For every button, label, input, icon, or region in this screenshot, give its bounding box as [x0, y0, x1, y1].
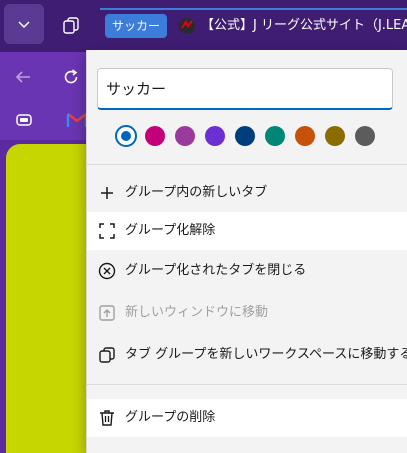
- color-swatch-teal[interactable]: [265, 126, 285, 146]
- arrow-left-icon: [15, 71, 30, 83]
- tab-group-context-menu: グループ内の新しいタブ グループ化解除 グループ化されたタブを閉じる 新しいウィ…: [86, 50, 407, 453]
- menu-divider: [87, 164, 407, 165]
- workspaces-icon: [97, 345, 117, 365]
- chevron-down-icon: [18, 21, 30, 29]
- collections-icon: [16, 114, 32, 126]
- menu-divider: [87, 384, 407, 385]
- menu-item-label: 新しいウィンドウに移動: [125, 305, 269, 320]
- collections-button[interactable]: [12, 108, 36, 132]
- gmail-icon[interactable]: [66, 110, 88, 130]
- color-swatch-olive[interactable]: [325, 126, 345, 146]
- color-swatch-pink[interactable]: [145, 126, 165, 146]
- menu-item-label: グループ化解除: [125, 223, 216, 238]
- refresh-button[interactable]: [58, 64, 84, 90]
- color-swatch-orange[interactable]: [295, 126, 315, 146]
- color-swatch-violet[interactable]: [205, 126, 225, 146]
- color-swatch-purple[interactable]: [175, 126, 195, 146]
- menu-item-move-to-new-window: 新しいウィンドウに移動: [87, 294, 407, 332]
- menu-item-label: タブ グループを新しいワークスペースに移動する: [125, 347, 407, 362]
- menu-item-label: グループ内の新しいタブ: [125, 185, 268, 200]
- menu-item-delete-group[interactable]: グループの削除: [87, 399, 407, 437]
- menu-item-label: グループの削除: [125, 410, 216, 425]
- refresh-icon: [64, 69, 78, 84]
- menu-item-label: グループ化されたタブを閉じる: [125, 263, 307, 278]
- back-button[interactable]: [10, 64, 36, 90]
- ungroup-icon: [97, 221, 117, 241]
- title-bar: サッカー 【公式】J リーグ公式サイト（J.LEA: [0, 0, 407, 52]
- tab-title[interactable]: 【公式】J リーグ公式サイト（J.LEA: [201, 16, 407, 36]
- trash-icon: [97, 408, 117, 428]
- workspaces-button[interactable]: [54, 8, 88, 42]
- jleague-favicon-icon: [179, 18, 195, 34]
- menu-item-move-to-workspace[interactable]: タブ グループを新しいワークスペースに移動する: [87, 336, 407, 374]
- color-swatch-blue[interactable]: [115, 125, 137, 147]
- group-name-input[interactable]: [97, 68, 393, 110]
- workspaces-icon: [63, 17, 79, 34]
- plus-icon: [97, 183, 117, 203]
- menu-item-close-group-tabs[interactable]: グループ化されたタブを閉じる: [87, 252, 407, 290]
- tab-group-indicator: [100, 8, 407, 10]
- close-circle-icon: [97, 261, 117, 281]
- tab-actions-button[interactable]: [4, 4, 44, 44]
- menu-item-new-tab-in-group[interactable]: グループ内の新しいタブ: [87, 174, 407, 212]
- tab-group-chip[interactable]: サッカー: [105, 14, 168, 38]
- menu-item-ungroup[interactable]: グループ化解除: [87, 212, 407, 250]
- move-window-icon: [97, 303, 117, 323]
- color-swatch-navy[interactable]: [235, 126, 255, 146]
- color-swatch-gray[interactable]: [355, 126, 375, 146]
